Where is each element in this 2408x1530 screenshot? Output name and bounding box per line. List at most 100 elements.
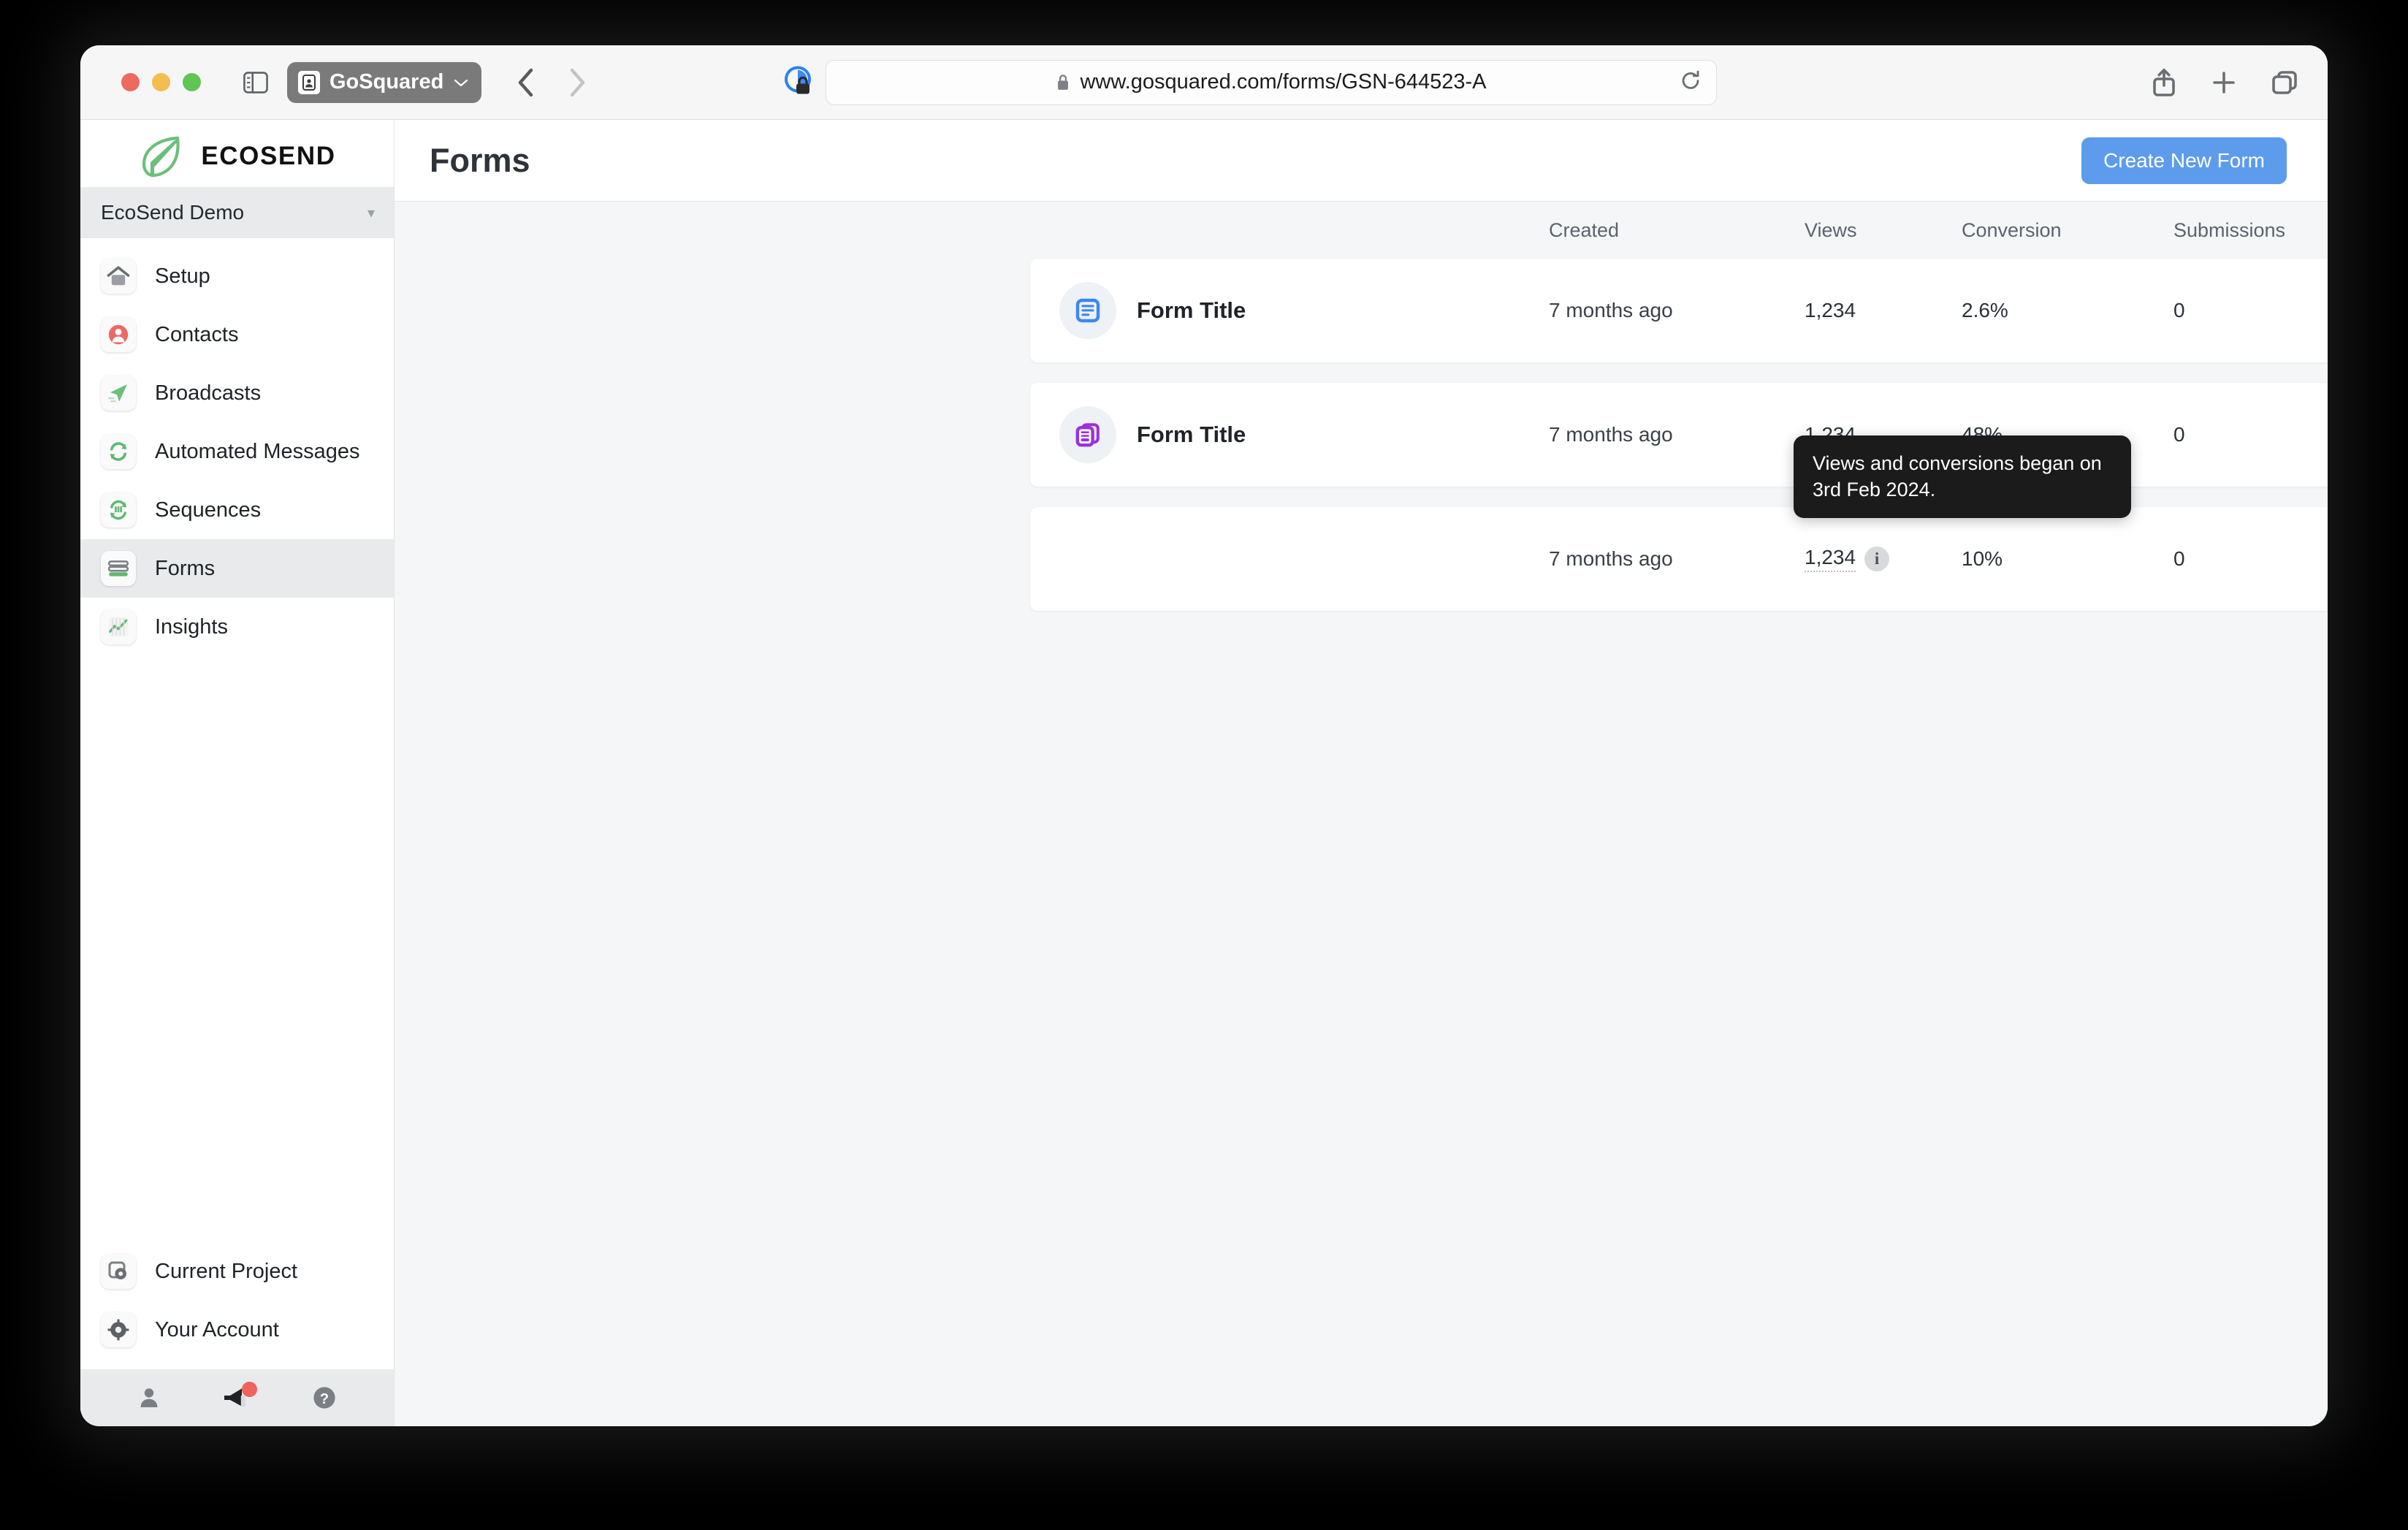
chevron-down-icon: ▾	[367, 205, 375, 221]
sidebar-bottom-nav: Current Project Your Account	[80, 1242, 394, 1369]
gosquared-favicon	[298, 70, 320, 94]
project-gear-icon	[101, 1254, 136, 1289]
home-icon	[101, 259, 136, 294]
sidebar-item-label: Broadcasts	[155, 381, 262, 405]
page-title: Forms	[430, 141, 530, 179]
navigation-arrows	[517, 67, 587, 98]
forms-table: Created Views Conversion Submissions For…	[1030, 202, 2328, 611]
url-display: www.gosquared.com/forms/GSN-644523-A	[1056, 70, 1487, 94]
row-identity: Form Title	[1030, 406, 1549, 463]
tab-title: GoSquared	[329, 70, 444, 94]
project-switcher[interactable]: EcoSend Demo ▾	[80, 187, 394, 238]
minimize-window-button[interactable]	[152, 73, 170, 91]
column-header-submissions: Submissions	[2173, 218, 2286, 241]
app-body: ECOSEND EcoSend Demo ▾ Setup Contacts Br…	[80, 120, 2328, 1426]
column-header-views: Views	[1805, 218, 1857, 241]
contacts-icon	[101, 317, 136, 352]
notification-badge	[242, 1382, 258, 1397]
sidebar-item-insights[interactable]: Insights	[80, 598, 394, 656]
sidebar-item-sequences[interactable]: Sequences	[80, 481, 394, 539]
gear-icon	[101, 1312, 136, 1347]
cell-created: 7 months ago	[1549, 423, 1673, 446]
back-chevron-icon[interactable]	[517, 67, 536, 98]
browser-window: GoSquared www.gosquared.com/forms/GSN-64…	[80, 45, 2328, 1426]
sidebar-item-label: Current Project	[155, 1259, 298, 1283]
lock-icon	[1058, 75, 1069, 90]
forms-list-area: Created Views Conversion Submissions For…	[395, 202, 2328, 1426]
megaphone-icon[interactable]	[221, 1382, 258, 1410]
browser-toolbar: GoSquared www.gosquared.com/forms/GSN-64…	[80, 45, 2328, 120]
views-tooltip: Views and conversions began on 3rd Feb 2…	[1794, 435, 2131, 518]
sidebar-item-label: Insights	[155, 614, 228, 639]
table-row[interactable]: Form Title 7 months ago 1,234 2.6% 0	[1030, 259, 2328, 362]
page-header: Forms Create New Form	[395, 120, 2328, 202]
form-title: Form Title	[1137, 422, 1246, 447]
sidebar-item-forms[interactable]: Forms	[80, 539, 394, 598]
main-content: Forms Create New Form Created Views Conv…	[395, 120, 2328, 1426]
project-name: EcoSend Demo	[101, 201, 245, 224]
sidebar-item-label: Contacts	[155, 322, 239, 346]
views-value: 1,234	[1805, 299, 1856, 321]
sidebar-item-label: Setup	[155, 264, 210, 288]
cell-views: 1,234	[1805, 299, 1962, 322]
close-window-button[interactable]	[121, 73, 140, 91]
sidebar-item-contacts[interactable]: Contacts	[80, 305, 394, 364]
sidebar-item-label: Sequences	[155, 498, 262, 522]
create-new-form-button[interactable]: Create New Form	[2081, 137, 2287, 184]
sidebar-item-label: Your Account	[155, 1317, 279, 1341]
form-inline-icon	[1059, 282, 1116, 339]
column-header-created: Created	[1549, 218, 1620, 241]
views-value: 1,234	[1805, 546, 1856, 572]
reload-icon[interactable]	[1680, 69, 1702, 95]
desktop-background: GoSquared www.gosquared.com/forms/GSN-64…	[0, 0, 2408, 1530]
chart-line-icon	[101, 609, 136, 644]
forward-chevron-icon[interactable]	[568, 67, 587, 98]
forms-icon	[101, 551, 136, 586]
row-identity: Form Title	[1030, 282, 1549, 339]
app-sidebar: ECOSEND EcoSend Demo ▾ Setup Contacts Br…	[80, 120, 395, 1426]
cell-submissions: 0	[2173, 547, 2185, 570]
person-icon[interactable]	[137, 1385, 161, 1410]
column-header-conversion: Conversion	[1962, 218, 2062, 241]
paper-plane-icon	[101, 376, 136, 411]
automation-loop-icon	[101, 434, 136, 469]
sequences-icon	[101, 492, 136, 528]
table-row[interactable]: Form Title 7 months ago 1,234 48% 0	[1030, 383, 2328, 487]
cell-views: 1,234 i	[1805, 546, 1962, 572]
chevron-down-icon[interactable]	[453, 77, 469, 88]
tab-overview-icon[interactable]	[2271, 69, 2298, 96]
table-row[interactable]: 7 months ago 1,234 i 10% 0	[1030, 507, 2328, 611]
sidebar-item-label: Forms	[155, 556, 216, 580]
form-icon-placeholder	[1059, 530, 1116, 587]
toolbar-right-icons	[2151, 68, 2298, 97]
form-popup-icon	[1059, 406, 1116, 463]
cell-conversion: 2.6%	[1962, 299, 2008, 321]
sidebar-toggle-icon[interactable]	[243, 71, 268, 94]
table-column-headers: Created Views Conversion Submissions	[1030, 202, 2328, 259]
help-question-icon[interactable]: ?	[311, 1385, 338, 1411]
sidebar-item-setup[interactable]: Setup	[80, 247, 394, 305]
sidebar-item-broadcasts[interactable]: Broadcasts	[80, 364, 394, 422]
active-tab-chip[interactable]: GoSquared	[287, 61, 482, 103]
window-traffic-lights[interactable]	[121, 73, 201, 91]
brand-logo[interactable]: ECOSEND	[80, 120, 394, 187]
address-bar-container: www.gosquared.com/forms/GSN-644523-A	[826, 59, 1717, 105]
sidebar-item-your-account[interactable]: Your Account	[80, 1301, 394, 1359]
cell-created: 7 months ago	[1549, 299, 1673, 321]
maximize-window-button[interactable]	[183, 73, 201, 91]
form-title: Form Title	[1137, 297, 1246, 323]
sidebar-item-automated-messages[interactable]: Automated Messages	[80, 422, 394, 481]
url-text: www.gosquared.com/forms/GSN-644523-A	[1080, 70, 1487, 94]
brand-name: ECOSEND	[201, 142, 336, 170]
cell-created: 7 months ago	[1549, 547, 1673, 570]
leaf-icon	[142, 136, 180, 178]
plus-icon[interactable]	[2211, 69, 2237, 96]
sidebar-item-label: Automated Messages	[155, 439, 360, 463]
sidebar-nav: Setup Contacts Broadcasts Automated Mess…	[80, 238, 394, 656]
share-icon[interactable]	[2151, 68, 2177, 97]
address-bar[interactable]: www.gosquared.com/forms/GSN-644523-A	[826, 59, 1717, 105]
info-icon[interactable]: i	[1864, 547, 1890, 571]
reader-privacy-icon[interactable]	[783, 65, 814, 99]
sidebar-item-current-project[interactable]: Current Project	[80, 1242, 394, 1301]
